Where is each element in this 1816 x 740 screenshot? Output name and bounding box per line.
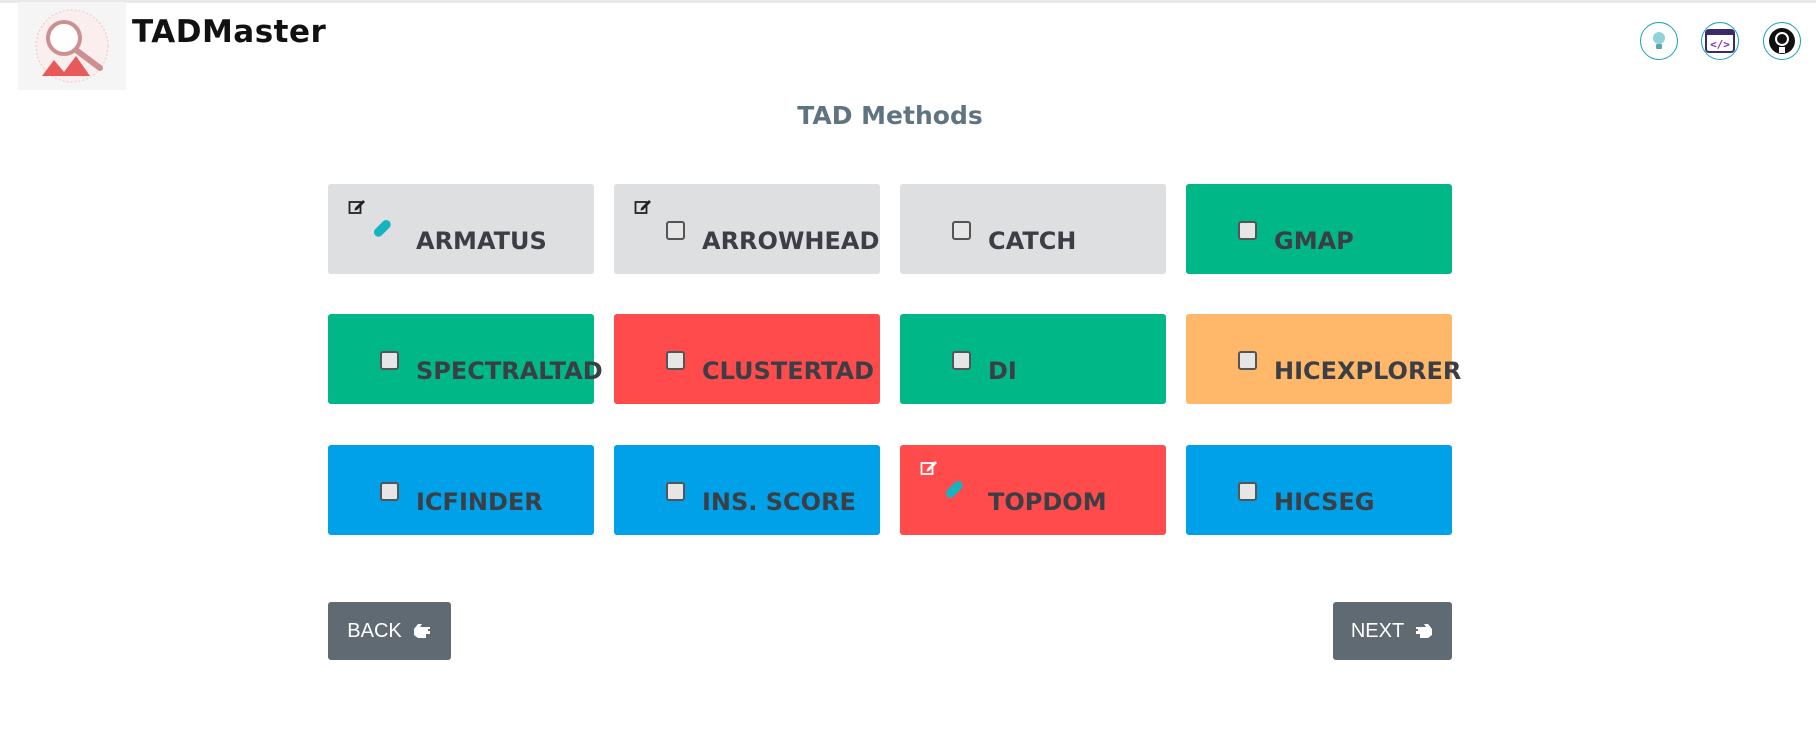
- next-label: NEXT: [1350, 619, 1405, 642]
- method-tile[interactable]: ARROWHEAD: [614, 184, 880, 274]
- method-checkbox[interactable]: [952, 221, 971, 240]
- method-checkbox[interactable]: [380, 351, 399, 370]
- method-tile[interactable]: ARMATUS: [328, 184, 594, 274]
- method-tile[interactable]: TOPDOM: [900, 445, 1166, 535]
- method-label: GMAP: [1274, 227, 1354, 255]
- code-icon[interactable]: </>: [1701, 22, 1739, 60]
- edit-icon[interactable]: [348, 198, 366, 216]
- next-button[interactable]: NEXT: [1333, 602, 1452, 660]
- brand-name[interactable]: TADMaster: [132, 14, 326, 50]
- svg-text:</>: </>: [1710, 38, 1730, 51]
- method-checkbox[interactable]: [1238, 221, 1257, 240]
- method-checkbox[interactable]: [666, 221, 685, 240]
- method-label: INS. SCORE: [702, 488, 856, 516]
- method-checkbox[interactable]: [380, 482, 399, 501]
- method-tile[interactable]: HICEXPLORER: [1186, 314, 1461, 404]
- method-tile[interactable]: HICSEG: [1186, 445, 1452, 535]
- method-label: DI: [988, 357, 1017, 385]
- lightbulb-icon[interactable]: [1640, 22, 1678, 60]
- method-tile[interactable]: GMAP: [1186, 184, 1452, 274]
- method-checkbox[interactable]: [666, 482, 685, 501]
- method-label: TOPDOM: [988, 488, 1107, 516]
- pill-icon[interactable]: [942, 477, 966, 501]
- pill-icon[interactable]: [370, 216, 394, 240]
- magnifier-logo-icon: [35, 9, 109, 83]
- method-label: HICSEG: [1274, 488, 1375, 516]
- method-tile[interactable]: CATCH: [900, 184, 1166, 274]
- method-checkbox[interactable]: [1238, 351, 1257, 370]
- method-tile[interactable]: SPECTRALTAD: [328, 314, 603, 404]
- method-tile[interactable]: CLUSTERTAD: [614, 314, 880, 404]
- method-checkbox[interactable]: [952, 351, 971, 370]
- github-icon[interactable]: [1763, 22, 1801, 60]
- method-tile[interactable]: ICFINDER: [328, 445, 594, 535]
- method-label: SPECTRALTAD: [416, 357, 603, 385]
- page-title: TAD Methods: [797, 101, 983, 130]
- method-label: ICFINDER: [416, 488, 543, 516]
- method-tile[interactable]: DI: [900, 314, 1166, 404]
- method-label: ARMATUS: [416, 227, 547, 255]
- hand-right-icon: [1416, 624, 1433, 638]
- method-label: HICEXPLORER: [1274, 357, 1462, 385]
- method-checkbox[interactable]: [666, 351, 685, 370]
- edit-icon[interactable]: [634, 198, 652, 216]
- back-button[interactable]: BACK: [328, 602, 451, 660]
- method-label: ARROWHEAD: [702, 227, 880, 255]
- top-border: [0, 0, 1816, 3]
- method-label: CATCH: [988, 227, 1077, 255]
- method-label: CLUSTERTAD: [702, 357, 874, 385]
- method-checkbox[interactable]: [1238, 482, 1257, 501]
- hand-left-icon: [413, 624, 430, 638]
- edit-icon[interactable]: [920, 459, 938, 477]
- tadmaster-logo[interactable]: [18, 2, 126, 90]
- method-tile[interactable]: INS. SCORE: [614, 445, 880, 535]
- back-label: BACK: [347, 619, 402, 642]
